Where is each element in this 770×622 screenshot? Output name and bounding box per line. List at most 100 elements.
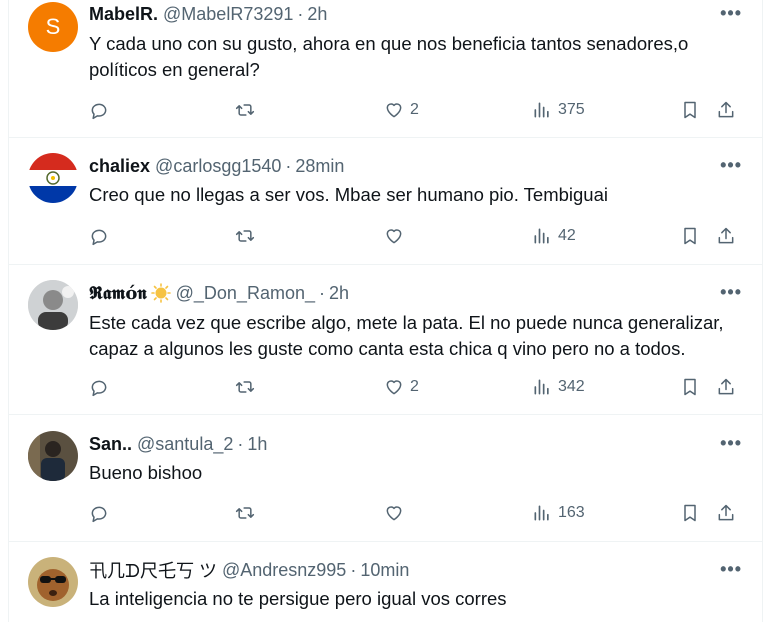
views-button[interactable]: 375 [532, 98, 585, 122]
tweet-text: Y cada uno con su gusto, ahora en que no… [89, 31, 742, 83]
avatar[interactable] [28, 280, 78, 330]
share-button[interactable] [716, 375, 736, 399]
avatar-photo [28, 557, 78, 607]
display-name[interactable]: chaliex [89, 156, 150, 177]
view-count: 42 [558, 227, 576, 244]
tweet-text: Este cada vez que escribe algo, mete la … [89, 310, 742, 362]
handle[interactable]: @_Don_Ramon_ [176, 283, 315, 304]
tweet-header: chaliex @carlosgg1540 · 28min ••• [89, 155, 742, 177]
timestamp[interactable]: 2h [307, 4, 327, 25]
heart-icon [386, 506, 402, 521]
more-options-icon[interactable]: ••• [720, 282, 742, 303]
like-count: 2 [410, 101, 419, 118]
analytics-icon [534, 228, 549, 244]
share-icon [718, 101, 734, 118]
reply-button[interactable] [89, 224, 109, 248]
avatar[interactable]: S [28, 2, 78, 52]
retweet-button[interactable] [235, 224, 255, 248]
handle[interactable]: @MabelR73291 [163, 4, 293, 25]
tweet-text-line: Y cada uno con su gusto, ahora en que no… [89, 33, 689, 54]
retweet-icon [235, 230, 255, 242]
avatar-photo [28, 431, 78, 481]
analytics-icon [534, 102, 549, 118]
display-name[interactable]: MabelR. [89, 4, 158, 25]
sun-emoji-icon [150, 283, 171, 303]
bookmark-button[interactable] [680, 375, 700, 399]
view-count: 342 [558, 378, 585, 395]
bookmark-icon [684, 227, 696, 245]
more-options-icon[interactable]: ••• [720, 559, 742, 580]
like-button[interactable] [384, 501, 404, 525]
timeline: S MabelR. @MabelR73291 · 2h ••• Y cada u… [8, 0, 763, 622]
share-icon [718, 504, 734, 521]
bookmark-button[interactable] [680, 98, 700, 122]
action-bar: 42 [89, 224, 744, 248]
views-button[interactable]: 342 [532, 375, 585, 399]
tweet-text-line: capaz a algunos les guste como canta est… [89, 338, 686, 359]
tweet[interactable]: 𝕽𝖆𝖒ó𝖓 @_Don_Ramon_ · 2h ••• Este cada ve… [9, 265, 762, 415]
tweet[interactable]: 卂几ᗪ尺乇丂 ツ @Andresnz995 · 10min ••• La int… [9, 542, 762, 622]
avatar-letter: S [45, 14, 61, 39]
retweet-button[interactable] [235, 375, 255, 399]
analytics-icon [534, 379, 549, 395]
separator: · [350, 559, 357, 580]
tweet-text: Creo que no llegas a ser vos. Mbae ser h… [89, 182, 742, 208]
reply-icon [91, 380, 107, 397]
views-button[interactable]: 163 [532, 501, 585, 525]
avatar-photo [28, 280, 78, 330]
tweet-text-line: La inteligencia no te persigue pero igua… [89, 588, 507, 609]
timestamp[interactable]: 10min [360, 560, 409, 581]
share-button[interactable] [716, 224, 736, 248]
like-button[interactable]: 2 [384, 375, 419, 399]
bookmark-icon [684, 378, 696, 396]
display-name[interactable]: 𝕽𝖆𝖒ó𝖓 [89, 283, 147, 304]
tweet[interactable]: S MabelR. @MabelR73291 · 2h ••• Y cada u… [9, 0, 762, 138]
handle[interactable]: @santula_2 [137, 434, 233, 455]
like-button[interactable] [384, 224, 404, 248]
like-button[interactable]: 2 [384, 98, 419, 122]
bookmark-button[interactable] [680, 501, 700, 525]
handle[interactable]: @Andresnz995 [222, 560, 346, 581]
share-button[interactable] [716, 98, 736, 122]
heart-icon [386, 103, 402, 118]
heart-icon [386, 229, 402, 244]
like-count: 2 [410, 378, 419, 395]
retweet-icon [235, 507, 255, 519]
reply-button[interactable] [89, 98, 109, 122]
timestamp[interactable]: 1h [247, 434, 267, 455]
retweet-button[interactable] [235, 501, 255, 525]
avatar[interactable] [28, 153, 78, 203]
bookmark-button[interactable] [680, 224, 700, 248]
share-icon [718, 227, 734, 244]
tweet-text: Bueno bishoo [89, 460, 742, 486]
tweet-text: La inteligencia no te persigue pero igua… [89, 586, 742, 612]
avatar[interactable] [28, 431, 78, 481]
reply-button[interactable] [89, 375, 109, 399]
more-options-icon[interactable]: ••• [720, 155, 742, 176]
view-count: 163 [558, 504, 585, 521]
separator: · [285, 155, 292, 176]
display-name[interactable]: 卂几ᗪ尺乇丂 ツ [89, 557, 217, 583]
avatar[interactable] [28, 557, 78, 607]
tweet-header: San.. @santula_2 · 1h ••• [89, 433, 742, 455]
reply-button[interactable] [89, 501, 109, 525]
tweet-text-line: políticos en general? [89, 59, 260, 80]
more-options-icon[interactable]: ••• [720, 433, 742, 454]
timestamp[interactable]: 28min [295, 156, 344, 177]
retweet-icon [235, 104, 255, 116]
action-bar: 163 [89, 501, 744, 525]
more-options-icon[interactable]: ••• [720, 3, 742, 24]
tweet-header: 𝕽𝖆𝖒ó𝖓 @_Don_Ramon_ · 2h ••• [89, 282, 742, 304]
separator: · [318, 282, 325, 303]
handle[interactable]: @carlosgg1540 [155, 156, 281, 177]
timestamp[interactable]: 2h [329, 283, 349, 304]
paraguay-flag-avatar [28, 153, 78, 203]
tweet[interactable]: chaliex @carlosgg1540 · 28min ••• Creo q… [9, 138, 762, 265]
display-name[interactable]: San.. [89, 434, 132, 455]
retweet-button[interactable] [235, 98, 255, 122]
views-button[interactable]: 42 [532, 224, 576, 248]
reply-icon [91, 229, 107, 246]
analytics-icon [534, 505, 549, 521]
share-button[interactable] [716, 501, 736, 525]
tweet[interactable]: San.. @santula_2 · 1h ••• Bueno bishoo 1… [9, 415, 762, 542]
